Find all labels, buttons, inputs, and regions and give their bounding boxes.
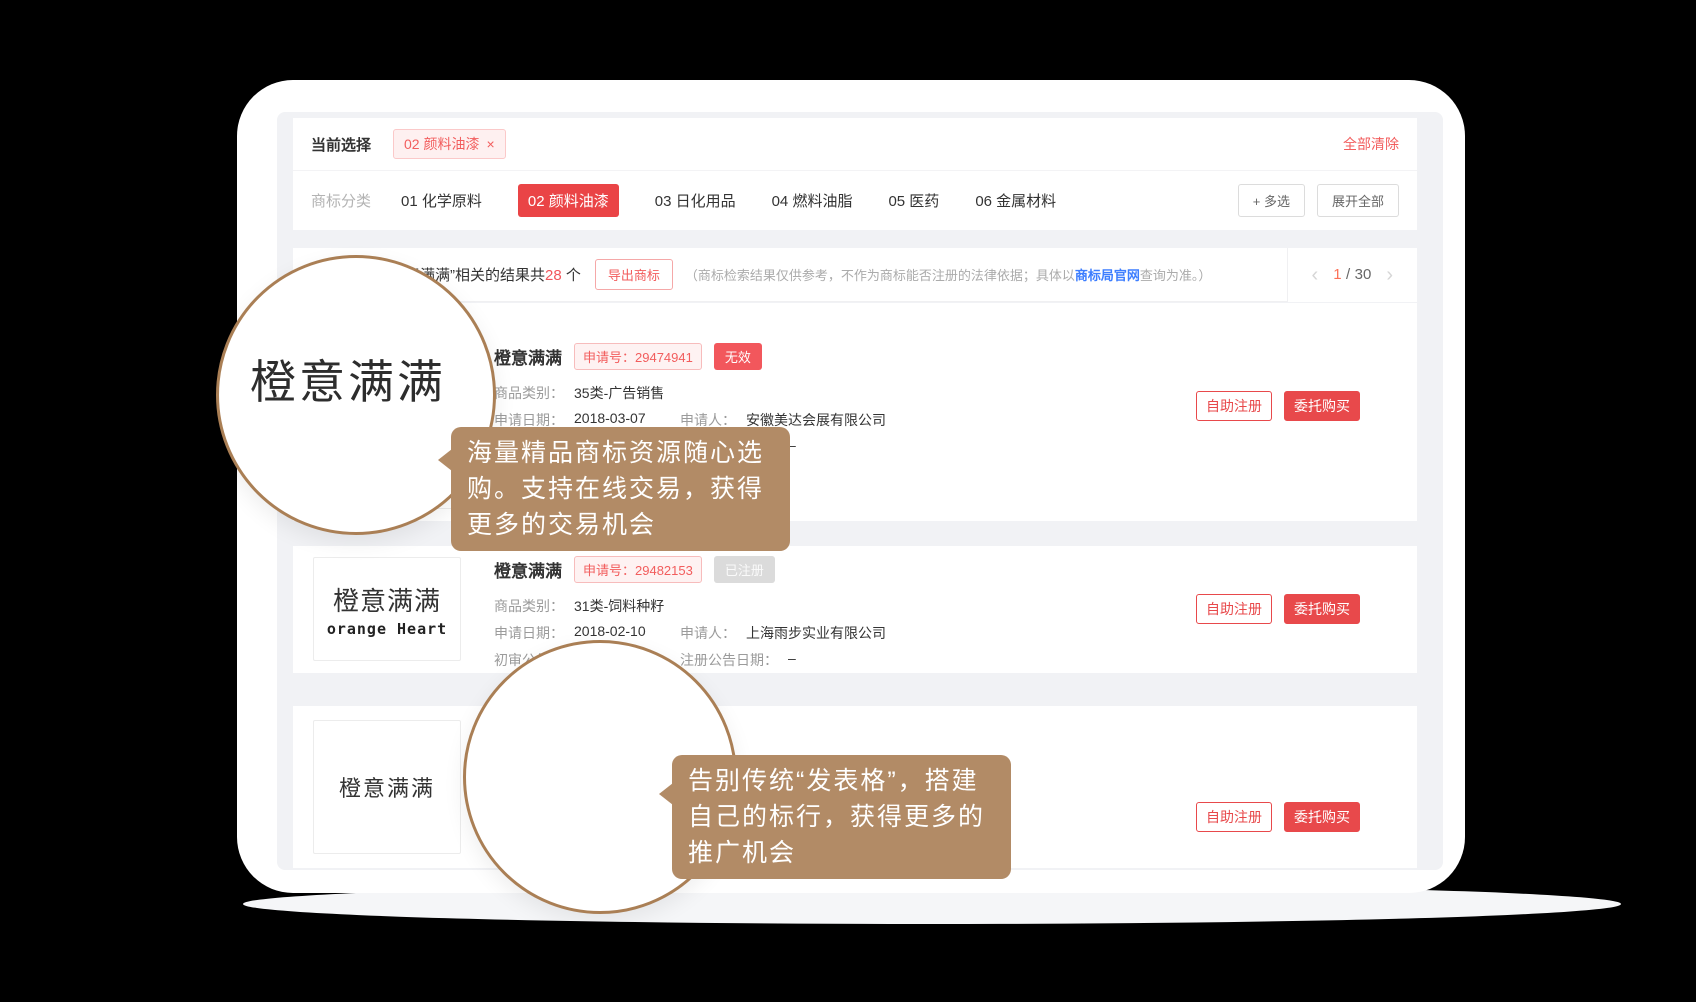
total-pages: 30 bbox=[1355, 266, 1372, 283]
callout-line: 海量精品商标资源随心选 bbox=[467, 435, 774, 471]
category-item-03[interactable]: 03 日化用品 bbox=[655, 190, 736, 211]
callout-line: 自己的标行，获得更多的 bbox=[688, 799, 995, 835]
trademark-name: 橙意满满 bbox=[494, 557, 562, 582]
expand-all-button[interactable]: 展开全部 bbox=[1317, 184, 1399, 217]
field-value: – bbox=[788, 650, 796, 670]
current-selection-bar: 当前选择 02 颜料油漆 × 全部清除 bbox=[293, 118, 1417, 170]
category-item-06[interactable]: 06 金属材料 bbox=[975, 190, 1056, 211]
field-label: 商品类别： bbox=[494, 596, 564, 616]
category-actions: + 多选 展开全部 bbox=[1238, 184, 1399, 217]
self-register-button[interactable]: 自助注册 bbox=[1196, 594, 1272, 624]
current-selection-label: 当前选择 bbox=[311, 134, 371, 155]
entrust-purchase-button[interactable]: 委托购买 bbox=[1284, 802, 1360, 832]
entrust-purchase-button[interactable]: 委托购买 bbox=[1284, 594, 1360, 624]
disclaimer-text-post: 查询为准。） bbox=[1140, 268, 1212, 283]
thumbnail-title: 橙意满满 bbox=[339, 771, 435, 803]
trademark-thumbnail: 橙意满满 bbox=[313, 720, 461, 854]
callout-arrow-icon bbox=[659, 783, 673, 805]
prev-page-icon[interactable]: ‹ bbox=[1312, 265, 1319, 285]
application-number-tag: 申请号：29482153 bbox=[574, 556, 702, 583]
next-page-icon[interactable]: › bbox=[1386, 265, 1393, 285]
callout-line: 告别传统“发表格”，搭建 bbox=[688, 763, 995, 799]
self-register-button[interactable]: 自助注册 bbox=[1196, 391, 1272, 421]
status-badge: 已注册 bbox=[714, 556, 775, 583]
field-label: 申请人： bbox=[680, 623, 736, 643]
field-value: 上海雨步实业有限公司 bbox=[746, 623, 886, 643]
category-item-01[interactable]: 01 化学原料 bbox=[401, 190, 482, 211]
page: 当前选择 02 颜料油漆 × 全部清除 商标分类 01 化学原料 02 颜料油漆… bbox=[0, 0, 1696, 1002]
self-register-button[interactable]: 自助注册 bbox=[1196, 802, 1272, 832]
clear-all-button[interactable]: 全部清除 bbox=[1343, 134, 1399, 154]
application-number-tag: 申请号：29474941 bbox=[574, 343, 702, 370]
status-badge: 无效 bbox=[714, 343, 762, 370]
callout-line: 推广机会 bbox=[688, 835, 995, 871]
remove-filter-icon[interactable]: × bbox=[486, 137, 494, 151]
pagination: ‹ 1 / 30 › bbox=[1287, 248, 1417, 302]
trademark-name: 橙意满满 bbox=[494, 344, 562, 369]
entrust-purchase-button[interactable]: 委托购买 bbox=[1284, 391, 1360, 421]
callout-arrow-icon bbox=[438, 449, 452, 471]
results-header: 为您检索到“橙意满满”相关的结果共28 个 导出商标 （商标检索结果仅供参考，不… bbox=[293, 248, 1417, 302]
category-list: 01 化学原料 02 颜料油漆 03 日化用品 04 燃料油脂 05 医药 06… bbox=[401, 184, 1056, 217]
callout-line: 更多的交易机会 bbox=[467, 507, 774, 543]
disclaimer-text-pre: （商标检索结果仅供参考，不作为商标能否注册的法律依据；具体以 bbox=[685, 268, 1075, 283]
field-label: 商品类别： bbox=[494, 383, 564, 403]
callout-marketplace: 海量精品商标资源随心选 购。支持在线交易，获得 更多的交易机会 bbox=[451, 427, 790, 551]
page-separator: / bbox=[1346, 266, 1350, 283]
results-count: 28 bbox=[545, 267, 562, 284]
field-value: 31类-饲料种籽 bbox=[574, 596, 664, 616]
results-summary-unit: 个 bbox=[562, 267, 581, 284]
table-row: 橙意满满 orange Heart 橙意满满 申请号：29482153 已注册 … bbox=[293, 546, 1417, 673]
thumbnail-title: 橙意满满 bbox=[333, 581, 441, 618]
category-item-05[interactable]: 05 医药 bbox=[888, 190, 939, 211]
category-item-02-selected[interactable]: 02 颜料油漆 bbox=[518, 184, 619, 217]
results-disclaimer: （商标检索结果仅供参考，不作为商标能否注册的法律依据；具体以商标局官网查询为准。… bbox=[685, 265, 1212, 284]
multi-select-button[interactable]: + 多选 bbox=[1238, 184, 1305, 217]
field-label: 申请日期： bbox=[494, 623, 564, 643]
field-value: 35类-广告销售 bbox=[574, 383, 664, 403]
filter-tag-label: 02 颜料油漆 bbox=[404, 134, 479, 154]
thumbnail-subtitle: orange Heart bbox=[327, 620, 447, 638]
magnified-trademark-text: 橙意满满 bbox=[250, 346, 446, 412]
field-label: 注册公告日期： bbox=[680, 650, 778, 670]
current-page: 1 bbox=[1333, 266, 1341, 283]
export-trademarks-button[interactable]: 导出商标 bbox=[595, 259, 673, 290]
category-bar-label: 商标分类 bbox=[311, 190, 371, 211]
trademark-thumbnail: 橙意满满 orange Heart bbox=[313, 557, 461, 661]
trademark-office-link[interactable]: 商标局官网 bbox=[1075, 268, 1140, 283]
callout-promotion: 告别传统“发表格”，搭建 自己的标行，获得更多的 推广机会 bbox=[672, 755, 1011, 879]
callout-line: 购。支持在线交易，获得 bbox=[467, 471, 774, 507]
category-item-04[interactable]: 04 燃料油脂 bbox=[772, 190, 853, 211]
filter-tag-paint[interactable]: 02 颜料油漆 × bbox=[393, 129, 506, 159]
category-bar: 商标分类 01 化学原料 02 颜料油漆 03 日化用品 04 燃料油脂 05 … bbox=[293, 170, 1417, 230]
